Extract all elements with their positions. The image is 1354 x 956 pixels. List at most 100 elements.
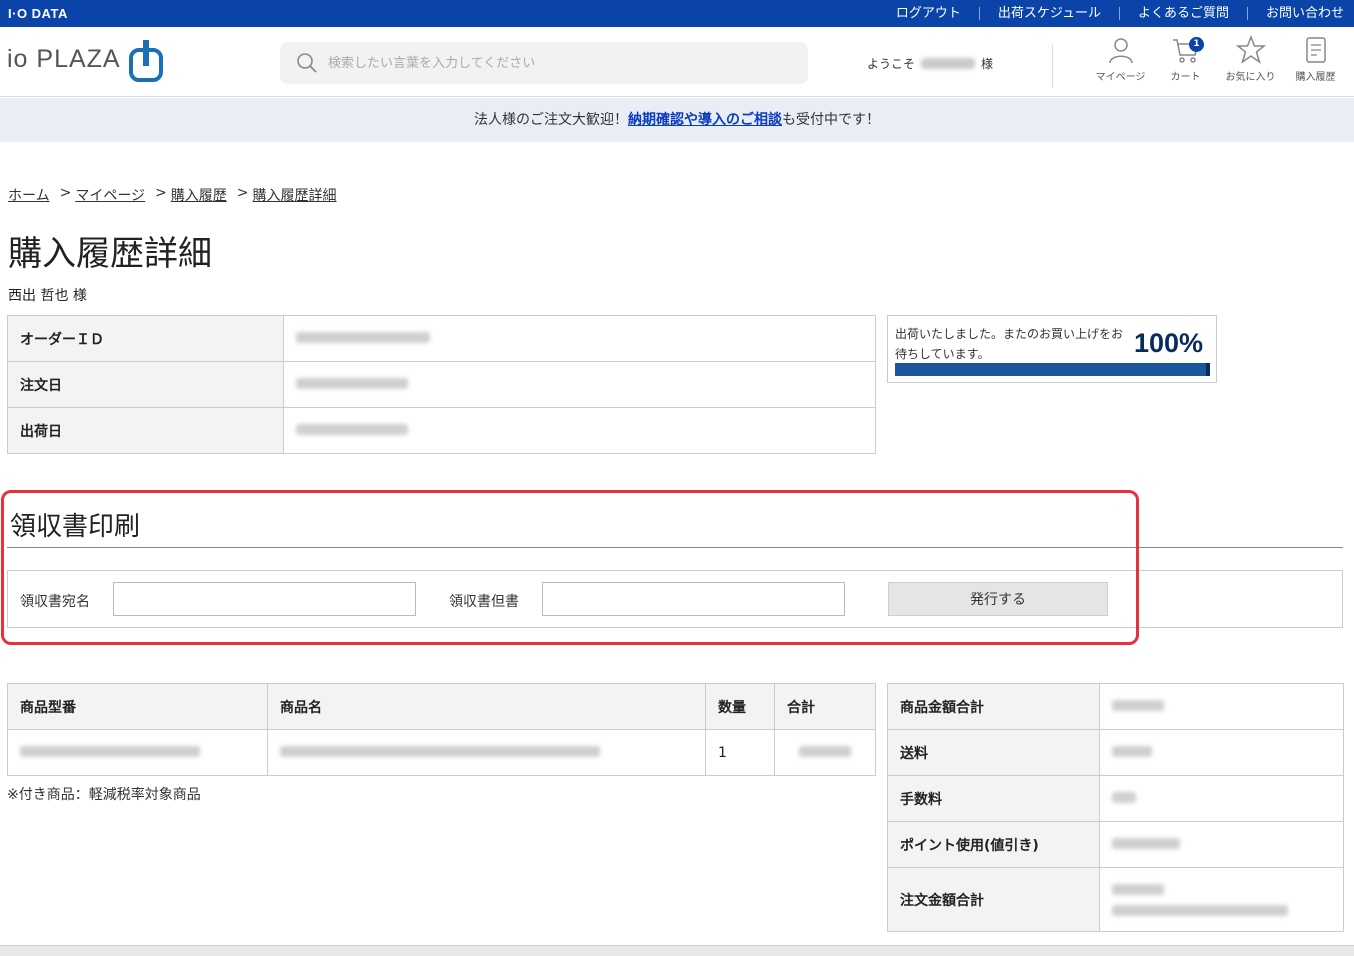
brand-logo: I·O DATA bbox=[8, 6, 68, 21]
handling-fee-label: 手数料 bbox=[887, 775, 1100, 822]
table-row: 出荷日 bbox=[7, 407, 876, 454]
order-id-label: オーダーＩＤ bbox=[7, 315, 284, 362]
purchase-history-label: 購入履歴 bbox=[1295, 72, 1336, 83]
consultation-link[interactable]: 納期確認や導入のご相談 bbox=[628, 112, 782, 128]
notice-text-after: も受付中です！ bbox=[782, 112, 880, 128]
faq-link[interactable]: よくあるご質問 bbox=[1118, 7, 1247, 20]
item-quantity-cell: 1 bbox=[705, 729, 775, 776]
logout-link[interactable]: ログアウト bbox=[878, 7, 979, 20]
breadcrumb-separator: > bbox=[236, 185, 249, 201]
order-date-label: 注文日 bbox=[7, 361, 284, 408]
table-row: 注文日 bbox=[7, 361, 876, 408]
redacted-value bbox=[1112, 837, 1180, 849]
favorites-button[interactable]: お気に入り bbox=[1218, 35, 1283, 83]
user-name-redacted bbox=[921, 58, 976, 69]
cart-button[interactable]: 1 カート bbox=[1153, 35, 1218, 83]
breadcrumb-purchase-history[interactable]: 購入履歴 bbox=[171, 185, 227, 205]
site-logo[interactable]: io PLAZA bbox=[7, 40, 163, 82]
corporate-notice-banner: 法人様のご注文大歓迎！納期確認や導入のご相談も受付中です！ bbox=[0, 98, 1354, 142]
customer-name: 西出 哲也 様 bbox=[8, 288, 87, 304]
receipt-addressee-label: 領収書宛名 bbox=[20, 594, 90, 610]
logo-text: io PLAZA bbox=[7, 45, 121, 73]
issue-receipt-button[interactable]: 発行する bbox=[888, 582, 1108, 616]
table-header-row: 商品型番 商品名 数量 合計 bbox=[7, 683, 876, 730]
reduced-tax-note: ※付き商品：軽減税率対象商品 bbox=[7, 787, 201, 803]
redacted-value bbox=[296, 423, 408, 435]
redacted-value bbox=[20, 745, 200, 757]
status-percent: 100% bbox=[1133, 328, 1203, 358]
column-header-total: 合計 bbox=[774, 683, 876, 730]
order-date-value bbox=[283, 361, 876, 408]
power-icon bbox=[128, 40, 163, 82]
favorites-label: お気に入り bbox=[1225, 72, 1276, 83]
item-total-cell bbox=[774, 729, 876, 776]
purchase-history-button[interactable]: 購入履歴 bbox=[1283, 35, 1348, 83]
table-row: オーダーＩＤ bbox=[7, 315, 876, 362]
shipping-fee-value bbox=[1099, 729, 1344, 776]
subtotal-label: 商品金額合計 bbox=[887, 683, 1100, 730]
points-used-label: ポイント使用(値引き) bbox=[887, 821, 1100, 868]
order-total-label: 注文金額合計 bbox=[887, 867, 1100, 932]
breadcrumb-mypage[interactable]: マイページ bbox=[75, 185, 145, 205]
page-title: 購入履歴詳細 bbox=[8, 234, 212, 274]
receipt-form: 領収書宛名 領収書但書 発行する bbox=[7, 570, 1343, 628]
site-header: io PLAZA ようこそ 様 マイページ bbox=[0, 27, 1354, 97]
status-message: 出荷いたしました。またのお買い上げをお待ちしています。 bbox=[895, 327, 1124, 361]
receipt-divider bbox=[7, 547, 1343, 548]
order-summary-table: 商品金額合計 送料 手数料 ポイント使用(値引き) 注文金額合計 bbox=[887, 683, 1344, 932]
user-icon bbox=[1108, 38, 1133, 64]
receipt-proviso-label: 領収書但書 bbox=[449, 594, 519, 610]
welcome-message: ようこそ 様 bbox=[867, 55, 993, 72]
order-id-value bbox=[283, 315, 876, 362]
status-progress-fill bbox=[895, 363, 1210, 376]
mypage-button[interactable]: マイページ bbox=[1088, 35, 1153, 83]
star-icon bbox=[1235, 35, 1266, 64]
table-row: 1 bbox=[7, 729, 876, 776]
handling-fee-value bbox=[1099, 775, 1344, 822]
mypage-label: マイページ bbox=[1095, 72, 1146, 83]
points-used-value bbox=[1099, 821, 1344, 868]
item-name-cell bbox=[267, 729, 706, 776]
redacted-value bbox=[1112, 904, 1288, 916]
receipt-proviso-input[interactable] bbox=[542, 582, 845, 616]
order-total-value bbox=[1099, 867, 1344, 932]
column-header-product-name: 商品名 bbox=[267, 683, 706, 730]
redacted-value bbox=[1112, 699, 1164, 711]
search-input[interactable] bbox=[328, 48, 788, 78]
redacted-value bbox=[1112, 745, 1152, 757]
shipping-schedule-link[interactable]: 出荷スケジュール bbox=[978, 7, 1119, 20]
header-divider bbox=[1052, 44, 1053, 88]
shipping-fee-label: 送料 bbox=[887, 729, 1100, 776]
table-row: 手数料 bbox=[887, 775, 1344, 822]
table-row: 商品金額合計 bbox=[887, 683, 1344, 730]
ship-date-value bbox=[283, 407, 876, 454]
breadcrumb-current[interactable]: 購入履歴詳細 bbox=[253, 185, 337, 205]
receipt-section-title: 領収書印刷 bbox=[10, 512, 141, 542]
redacted-value bbox=[799, 745, 851, 757]
shipping-status-box: 出荷いたしました。またのお買い上げをお待ちしています。 100% bbox=[887, 315, 1217, 383]
breadcrumb: ホーム > マイページ > 購入履歴 > 購入履歴詳細 bbox=[8, 185, 337, 205]
redacted-value bbox=[296, 331, 430, 343]
receipt-addressee-input[interactable] bbox=[113, 582, 416, 616]
subtotal-value bbox=[1099, 683, 1344, 730]
ship-date-label: 出荷日 bbox=[7, 407, 284, 454]
welcome-suffix: 様 bbox=[981, 57, 994, 71]
table-row: ポイント使用(値引き) bbox=[887, 821, 1344, 868]
top-links: ログアウト 出荷スケジュール よくあるご質問 お問い合わせ bbox=[878, 0, 1344, 27]
cart-label: カート bbox=[1170, 72, 1201, 83]
document-icon bbox=[1305, 37, 1326, 63]
table-row: 注文金額合計 bbox=[887, 867, 1344, 932]
contact-link[interactable]: お問い合わせ bbox=[1246, 7, 1344, 20]
welcome-prefix: ようこそ bbox=[867, 57, 916, 71]
redacted-value bbox=[1112, 883, 1164, 895]
order-items-table: 商品型番 商品名 数量 合計 1 bbox=[7, 683, 876, 776]
table-row: 送料 bbox=[887, 729, 1344, 776]
item-model-cell bbox=[7, 729, 268, 776]
redacted-value bbox=[1112, 791, 1136, 803]
window-bottom-bar bbox=[0, 945, 1354, 956]
breadcrumb-home[interactable]: ホーム bbox=[8, 185, 50, 205]
column-header-quantity: 数量 bbox=[705, 683, 775, 730]
notice-text-before: 法人様のご注文大歓迎！ bbox=[474, 112, 628, 128]
breadcrumb-separator: > bbox=[155, 185, 167, 201]
search-icon[interactable] bbox=[296, 52, 318, 74]
